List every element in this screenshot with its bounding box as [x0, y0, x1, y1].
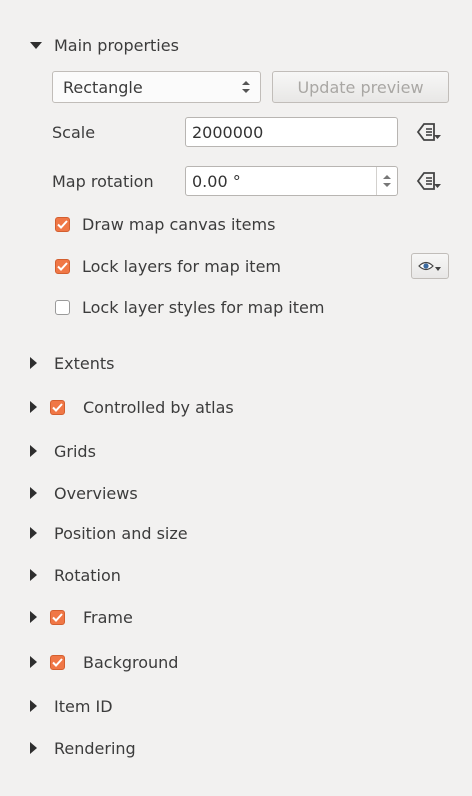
expand-arrow-icon[interactable] [30, 357, 37, 369]
section-controlled-by-atlas[interactable]: Controlled by atlas [30, 395, 234, 419]
main-properties-header[interactable]: Main properties [30, 33, 179, 57]
section-background[interactable]: Background [30, 650, 178, 674]
scale-value: 2000000 [192, 122, 264, 142]
lock-layers-label: Lock layers for map item [82, 256, 281, 276]
expand-arrow-icon[interactable] [30, 401, 37, 413]
checkbox-checked-icon[interactable] [55, 216, 70, 232]
main-properties-title: Main properties [54, 35, 179, 55]
collapse-arrow-icon[interactable] [30, 41, 42, 49]
section-rendering[interactable]: Rendering [30, 736, 136, 760]
layer-visibility-presets-button[interactable] [411, 253, 449, 279]
section-grids-label: Grids [54, 441, 96, 461]
section-overviews-label: Overviews [54, 483, 138, 503]
section-background-label: Background [83, 652, 179, 672]
expand-arrow-icon[interactable] [30, 656, 37, 668]
section-item-id[interactable]: Item ID [30, 694, 113, 718]
expand-arrow-icon[interactable] [30, 445, 37, 457]
eye-icon [418, 261, 441, 271]
update-preview-label: Update preview [297, 77, 424, 97]
preview-mode-select[interactable]: Rectangle [52, 71, 261, 103]
update-preview-button[interactable]: Update preview [272, 71, 449, 103]
checkbox-unchecked-icon[interactable] [55, 299, 70, 315]
scale-input[interactable]: 2000000 [185, 117, 398, 147]
draw-canvas-items-label: Draw map canvas items [82, 214, 276, 234]
section-extents[interactable]: Extents [30, 351, 114, 375]
expand-arrow-icon[interactable] [30, 569, 37, 581]
expand-arrow-icon[interactable] [30, 700, 37, 712]
section-position-label: Position and size [54, 523, 188, 543]
section-position-and-size[interactable]: Position and size [30, 521, 188, 545]
lock-layer-styles-checkbox[interactable]: Lock layer styles for map item [55, 295, 324, 319]
section-frame-label: Frame [83, 607, 133, 627]
map-rotation-label: Map rotation [52, 172, 154, 191]
expand-arrow-icon[interactable] [30, 742, 37, 754]
section-rotation-label: Rotation [54, 565, 121, 585]
section-item-id-label: Item ID [54, 696, 113, 716]
map-rotation-spinbox[interactable]: 0.00 ° [185, 166, 398, 196]
checkbox-checked-icon[interactable] [55, 258, 70, 274]
expand-arrow-icon[interactable] [30, 487, 37, 499]
data-defined-override-icon[interactable] [414, 121, 442, 147]
checkbox-checked-icon[interactable] [50, 399, 65, 415]
section-frame[interactable]: Frame [30, 605, 133, 629]
section-grids[interactable]: Grids [30, 439, 96, 463]
section-atlas-label: Controlled by atlas [83, 397, 234, 417]
data-defined-override-icon[interactable] [414, 170, 442, 196]
section-rotation[interactable]: Rotation [30, 563, 121, 587]
section-extents-label: Extents [54, 353, 115, 373]
spinbox-arrows-icon[interactable] [376, 167, 397, 195]
scale-label: Scale [52, 123, 96, 142]
draw-canvas-items-checkbox[interactable]: Draw map canvas items [55, 212, 275, 236]
expand-arrow-icon[interactable] [30, 527, 37, 539]
section-rendering-label: Rendering [54, 738, 136, 758]
section-overviews[interactable]: Overviews [30, 481, 138, 505]
checkbox-checked-icon[interactable] [50, 609, 65, 625]
lock-layers-checkbox[interactable]: Lock layers for map item [55, 254, 281, 278]
lock-layer-styles-label: Lock layer styles for map item [82, 297, 325, 317]
spin-arrows-icon [242, 80, 250, 94]
checkbox-checked-icon[interactable] [50, 654, 65, 670]
map-rotation-value: 0.00 ° [192, 171, 241, 191]
expand-arrow-icon[interactable] [30, 611, 37, 623]
preview-mode-value: Rectangle [63, 77, 143, 97]
